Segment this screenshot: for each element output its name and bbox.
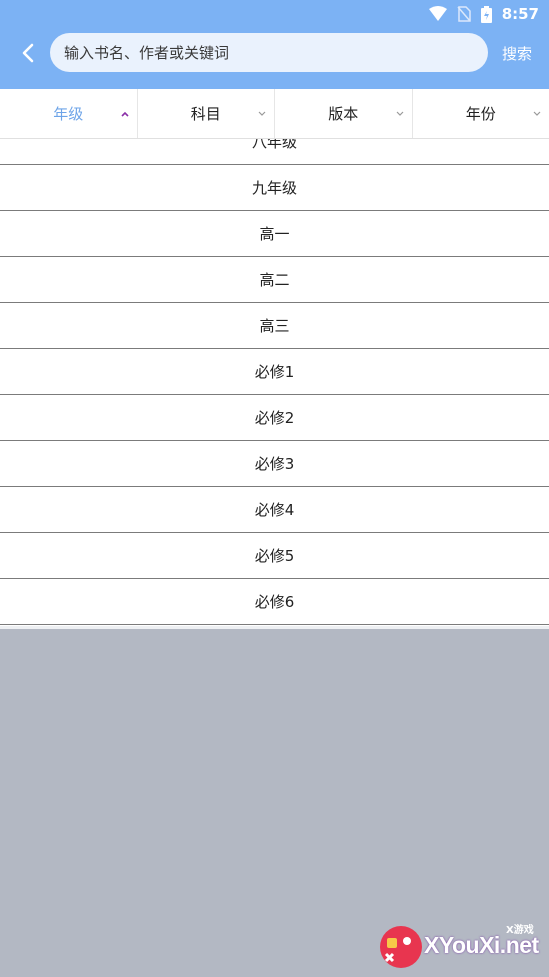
app-header: 8:57 搜索 bbox=[0, 0, 549, 89]
list-item-required-5[interactable]: 必修5 bbox=[0, 533, 549, 579]
status-bar: 8:57 bbox=[0, 0, 549, 28]
chevron-down-icon bbox=[533, 111, 541, 116]
chevron-left-icon bbox=[22, 43, 34, 63]
filter-tab-label: 版本 bbox=[328, 105, 359, 123]
list-item-grade-8[interactable]: 八年级 bbox=[0, 139, 549, 165]
list-item-grade-9[interactable]: 九年级 bbox=[0, 165, 549, 211]
filter-tab-edition[interactable]: 版本 bbox=[275, 89, 413, 138]
watermark: X游戏 XYouXi.net bbox=[378, 918, 543, 973]
filter-tab-label: 科目 bbox=[190, 105, 221, 123]
filter-bar: 年级 科目 版本 年份 bbox=[0, 89, 549, 139]
list-item-senior-3[interactable]: 高三 bbox=[0, 303, 549, 349]
grade-dropdown-list[interactable]: 八年级 九年级 高一 高二 高三 必修1 必修2 必修3 必修4 必修5 必修6 bbox=[0, 139, 549, 626]
list-item-required-1[interactable]: 必修1 bbox=[0, 349, 549, 395]
list-item-required-3[interactable]: 必修3 bbox=[0, 441, 549, 487]
watermark-text: XYouXi.net bbox=[424, 932, 539, 958]
battery-icon bbox=[480, 5, 492, 23]
filter-tab-label: 年级 bbox=[53, 105, 84, 123]
no-sim-icon bbox=[457, 6, 471, 22]
search-box[interactable] bbox=[50, 33, 488, 72]
chevron-up-icon bbox=[120, 111, 129, 117]
list-item-senior-2[interactable]: 高二 bbox=[0, 257, 549, 303]
list-item-required-4[interactable]: 必修4 bbox=[0, 487, 549, 533]
filter-tab-subject[interactable]: 科目 bbox=[138, 89, 275, 138]
wifi-icon bbox=[428, 6, 447, 21]
list-item-senior-1[interactable]: 高一 bbox=[0, 211, 549, 257]
filter-tab-label: 年份 bbox=[465, 105, 496, 123]
chevron-down-icon bbox=[396, 111, 403, 116]
filter-tab-grade[interactable]: 年级 bbox=[0, 89, 138, 138]
list-bottom-divider bbox=[0, 626, 549, 629]
gamepad-logo-icon bbox=[380, 926, 422, 968]
search-button[interactable]: 搜索 bbox=[502, 43, 532, 64]
filter-tab-year[interactable]: 年份 bbox=[413, 89, 549, 138]
chevron-down-icon bbox=[258, 111, 266, 116]
list-item-required-2[interactable]: 必修2 bbox=[0, 395, 549, 441]
status-time: 8:57 bbox=[501, 5, 539, 23]
search-input[interactable] bbox=[62, 42, 488, 63]
back-button[interactable] bbox=[16, 40, 40, 66]
list-item-required-6[interactable]: 必修6 bbox=[0, 579, 549, 625]
